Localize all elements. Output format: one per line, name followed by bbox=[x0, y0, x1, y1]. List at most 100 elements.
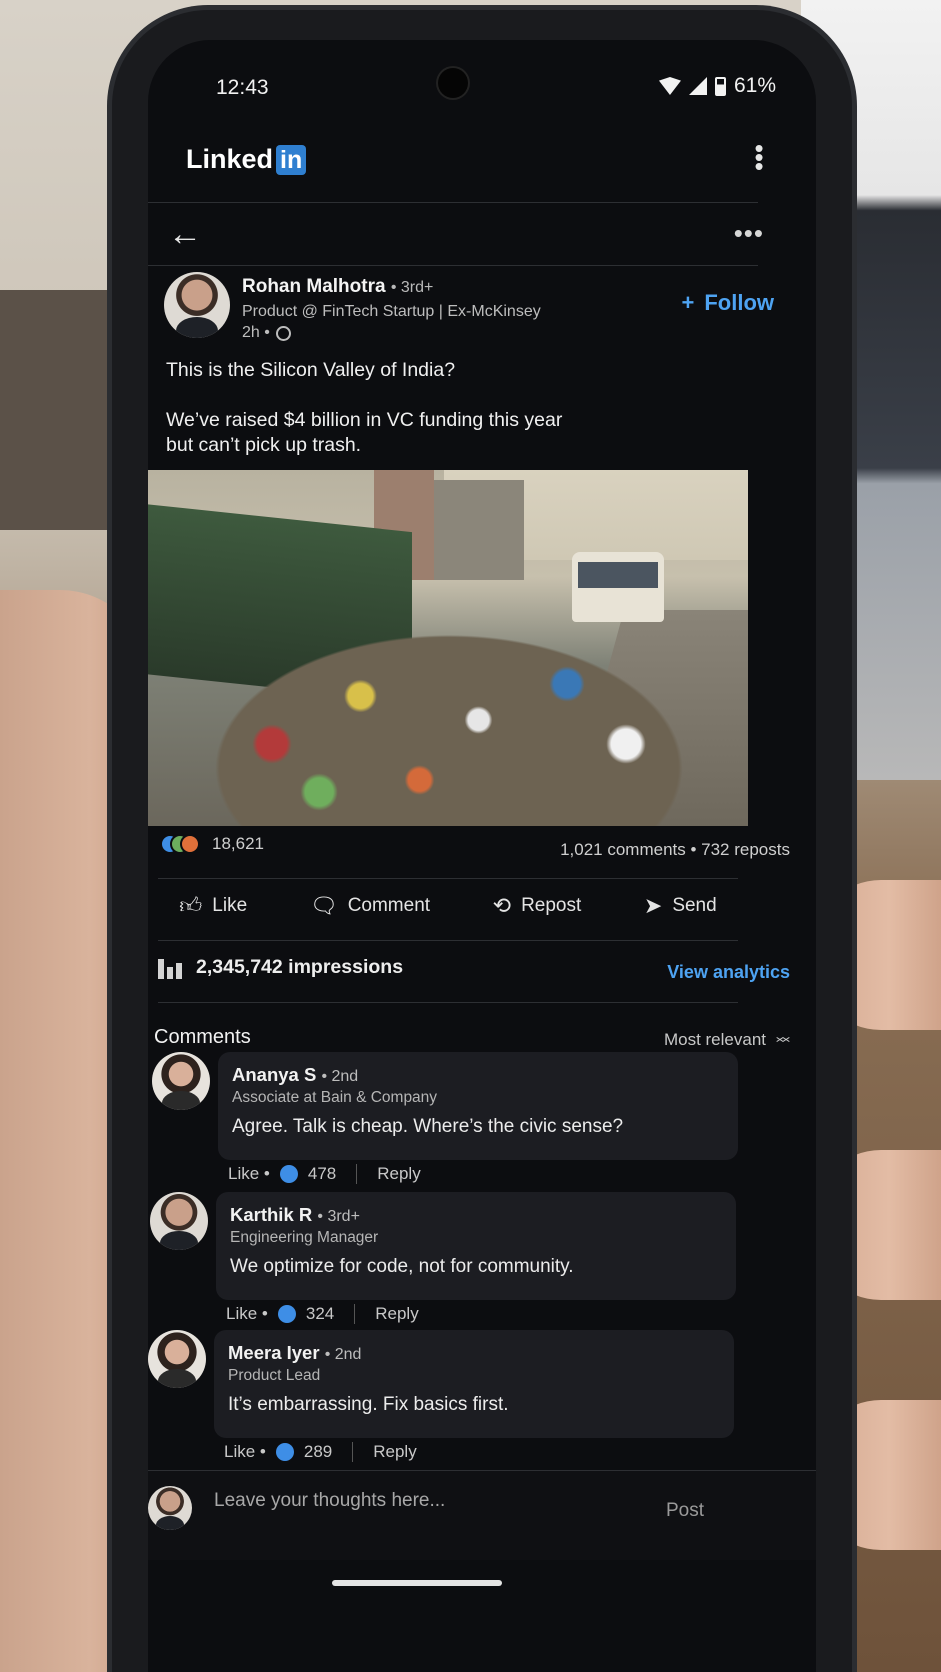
header-divider bbox=[148, 202, 758, 203]
comment-bubble: Meera Iyer • 2nd Product Lead It’s embar… bbox=[214, 1330, 734, 1438]
wifi-icon bbox=[658, 77, 681, 95]
post-comment-button[interactable]: Post bbox=[666, 1500, 704, 1522]
reaction-count: 18,621 bbox=[212, 834, 264, 853]
commenter-name-row[interactable]: Karthik R • 3rd+ bbox=[230, 1204, 722, 1226]
comment-actions: Like • 478 Reply bbox=[228, 1164, 421, 1184]
like-button[interactable]: 👍︎ Like bbox=[179, 892, 247, 919]
funny-reaction-icon bbox=[180, 834, 200, 854]
battery-icon bbox=[714, 76, 726, 96]
like-count-icon bbox=[279, 1165, 298, 1183]
front-camera bbox=[438, 68, 468, 98]
logo-text: Linked bbox=[186, 144, 274, 174]
view-analytics-link[interactable]: View analytics bbox=[667, 962, 790, 983]
comments-title: Comments bbox=[154, 1026, 251, 1048]
commenter-headline: Product Lead bbox=[228, 1367, 321, 1384]
comment-label: Comment bbox=[347, 894, 431, 916]
commenter-name: Karthik R bbox=[230, 1204, 313, 1225]
home-indicator[interactable] bbox=[332, 1580, 502, 1586]
post-text-line: This is the Silicon Valley of India? bbox=[166, 359, 456, 381]
logo-badge: in bbox=[276, 144, 307, 175]
garbage-pile bbox=[154, 600, 744, 826]
comment-like-count: 289 bbox=[303, 1442, 333, 1461]
battery-percent: 61% bbox=[733, 74, 776, 97]
sort-label: Most relevant bbox=[663, 1030, 766, 1049]
commenter-name-row[interactable]: Ananya S • 2nd bbox=[232, 1064, 724, 1086]
commenter-avatar[interactable] bbox=[150, 1192, 208, 1250]
comment-like-button[interactable]: Like • bbox=[224, 1442, 266, 1462]
nav-divider bbox=[148, 265, 758, 266]
comment-like-count: 478 bbox=[307, 1164, 337, 1183]
signal-icon bbox=[688, 77, 707, 95]
commenter-avatar[interactable] bbox=[152, 1052, 210, 1110]
globe-icon bbox=[275, 325, 291, 341]
comment-composer bbox=[148, 1470, 816, 1560]
like-label: Like bbox=[212, 894, 248, 916]
comment-bubble: Karthik R • 3rd+ Engineering Manager We … bbox=[216, 1192, 736, 1300]
post-time-row: 2h • bbox=[242, 324, 291, 342]
send-label: Send bbox=[672, 894, 717, 916]
follow-label: Follow bbox=[704, 290, 774, 315]
post-time: 2h • bbox=[242, 324, 270, 341]
comment-actions: Like • 289 Reply bbox=[224, 1442, 417, 1462]
comment-reply-button[interactable]: Reply bbox=[373, 1442, 416, 1462]
repost-label: Repost bbox=[521, 894, 582, 916]
author-name-row[interactable]: Rohan Malhotra • 3rd+ bbox=[242, 276, 433, 298]
post-text: This is the Silicon Valley of India? We’… bbox=[166, 358, 726, 483]
comment-like-button[interactable]: Like • bbox=[226, 1304, 268, 1324]
stats-divider bbox=[158, 878, 738, 879]
comment-text: Agree. Talk is cheap. Where’s the civic … bbox=[232, 1116, 624, 1137]
send-button[interactable]: ➤ Send bbox=[644, 892, 717, 919]
commenter-headline: Associate at Bain & Company bbox=[232, 1089, 438, 1106]
commenter-degree: • 3rd+ bbox=[317, 1208, 360, 1225]
author-headline: Product @ FinTech Startup | Ex-McKinsey bbox=[242, 303, 541, 320]
status-time: 12:43 bbox=[216, 76, 269, 99]
comment-text: We optimize for code, not for community. bbox=[230, 1256, 574, 1277]
comments-reposts-count[interactable]: 1,021 comments • 732 reposts bbox=[560, 840, 790, 860]
more-horizontal-icon[interactable]: ••• bbox=[734, 218, 764, 249]
commenter-name: Meera Iyer bbox=[228, 1342, 320, 1363]
like-count-icon bbox=[275, 1443, 294, 1461]
commenter-name-row[interactable]: Meera Iyer • 2nd bbox=[228, 1342, 720, 1364]
repost-button[interactable]: ⟲ Repost bbox=[493, 892, 582, 919]
like-count-icon bbox=[277, 1305, 296, 1323]
sort-dropdown[interactable]: Most relevant ︿ ﹀ bbox=[663, 1028, 790, 1052]
bar-chart-icon bbox=[158, 957, 182, 979]
author-name: Rohan Malhotra bbox=[242, 276, 386, 297]
impressions-divider bbox=[158, 1002, 738, 1003]
comment-bubble: Ananya S • 2nd Associate at Bain & Compa… bbox=[218, 1052, 738, 1160]
more-vertical-icon[interactable]: • • • bbox=[754, 135, 764, 179]
author-avatar[interactable] bbox=[164, 272, 230, 338]
post-text-line: We’ve raised $4 billion in VC funding th… bbox=[166, 409, 563, 456]
commenter-headline: Engineering Manager bbox=[230, 1229, 379, 1246]
plus-icon: + bbox=[681, 290, 695, 315]
phone-screen: 12:43 61% Linked in • • • ← ••• Rohan Malh… bbox=[148, 40, 816, 1672]
comment-reply-button[interactable]: Reply bbox=[375, 1304, 418, 1324]
comment-actions: Like • 324 Reply bbox=[226, 1304, 419, 1324]
commenter-degree: • 2nd bbox=[324, 1346, 362, 1363]
back-arrow-icon[interactable]: ← bbox=[168, 215, 202, 254]
post-image[interactable] bbox=[148, 470, 748, 826]
current-user-avatar bbox=[148, 1486, 192, 1530]
comment-input[interactable] bbox=[214, 1490, 644, 1512]
status-icons: 61% bbox=[658, 74, 776, 98]
comment-reply-button[interactable]: Reply bbox=[377, 1164, 420, 1184]
background-desk bbox=[0, 290, 130, 530]
comment-text: It’s embarrassing. Fix basics first. bbox=[228, 1394, 509, 1415]
author-degree: • 3rd+ bbox=[390, 279, 434, 296]
commenter-name: Ananya S bbox=[232, 1064, 317, 1085]
commenter-degree: • 2nd bbox=[321, 1068, 359, 1085]
comment-like-count: 324 bbox=[305, 1304, 335, 1323]
comment-like-button[interactable]: Like • bbox=[228, 1164, 270, 1184]
thumbs-up-icon: 👍︎ bbox=[179, 893, 203, 918]
actions-divider bbox=[158, 940, 738, 941]
reactions-summary[interactable]: 18,621 bbox=[160, 834, 264, 854]
action-bar: 👍︎ Like 🗨︎ Comment ⟲ Repost ➤ Send bbox=[148, 892, 748, 919]
comment-button[interactable]: 🗨︎ Comment bbox=[310, 892, 430, 919]
sort-chevron-icon: ︿ ﹀ bbox=[776, 1028, 790, 1052]
follow-button[interactable]: + Follow bbox=[681, 290, 774, 316]
comment-icon: 🗨︎ bbox=[309, 892, 338, 918]
linkedin-logo[interactable]: Linked in bbox=[186, 144, 307, 175]
commenter-avatar[interactable] bbox=[148, 1330, 206, 1388]
send-icon: ➤ bbox=[643, 892, 663, 918]
repost-icon: ⟲ bbox=[492, 892, 512, 918]
